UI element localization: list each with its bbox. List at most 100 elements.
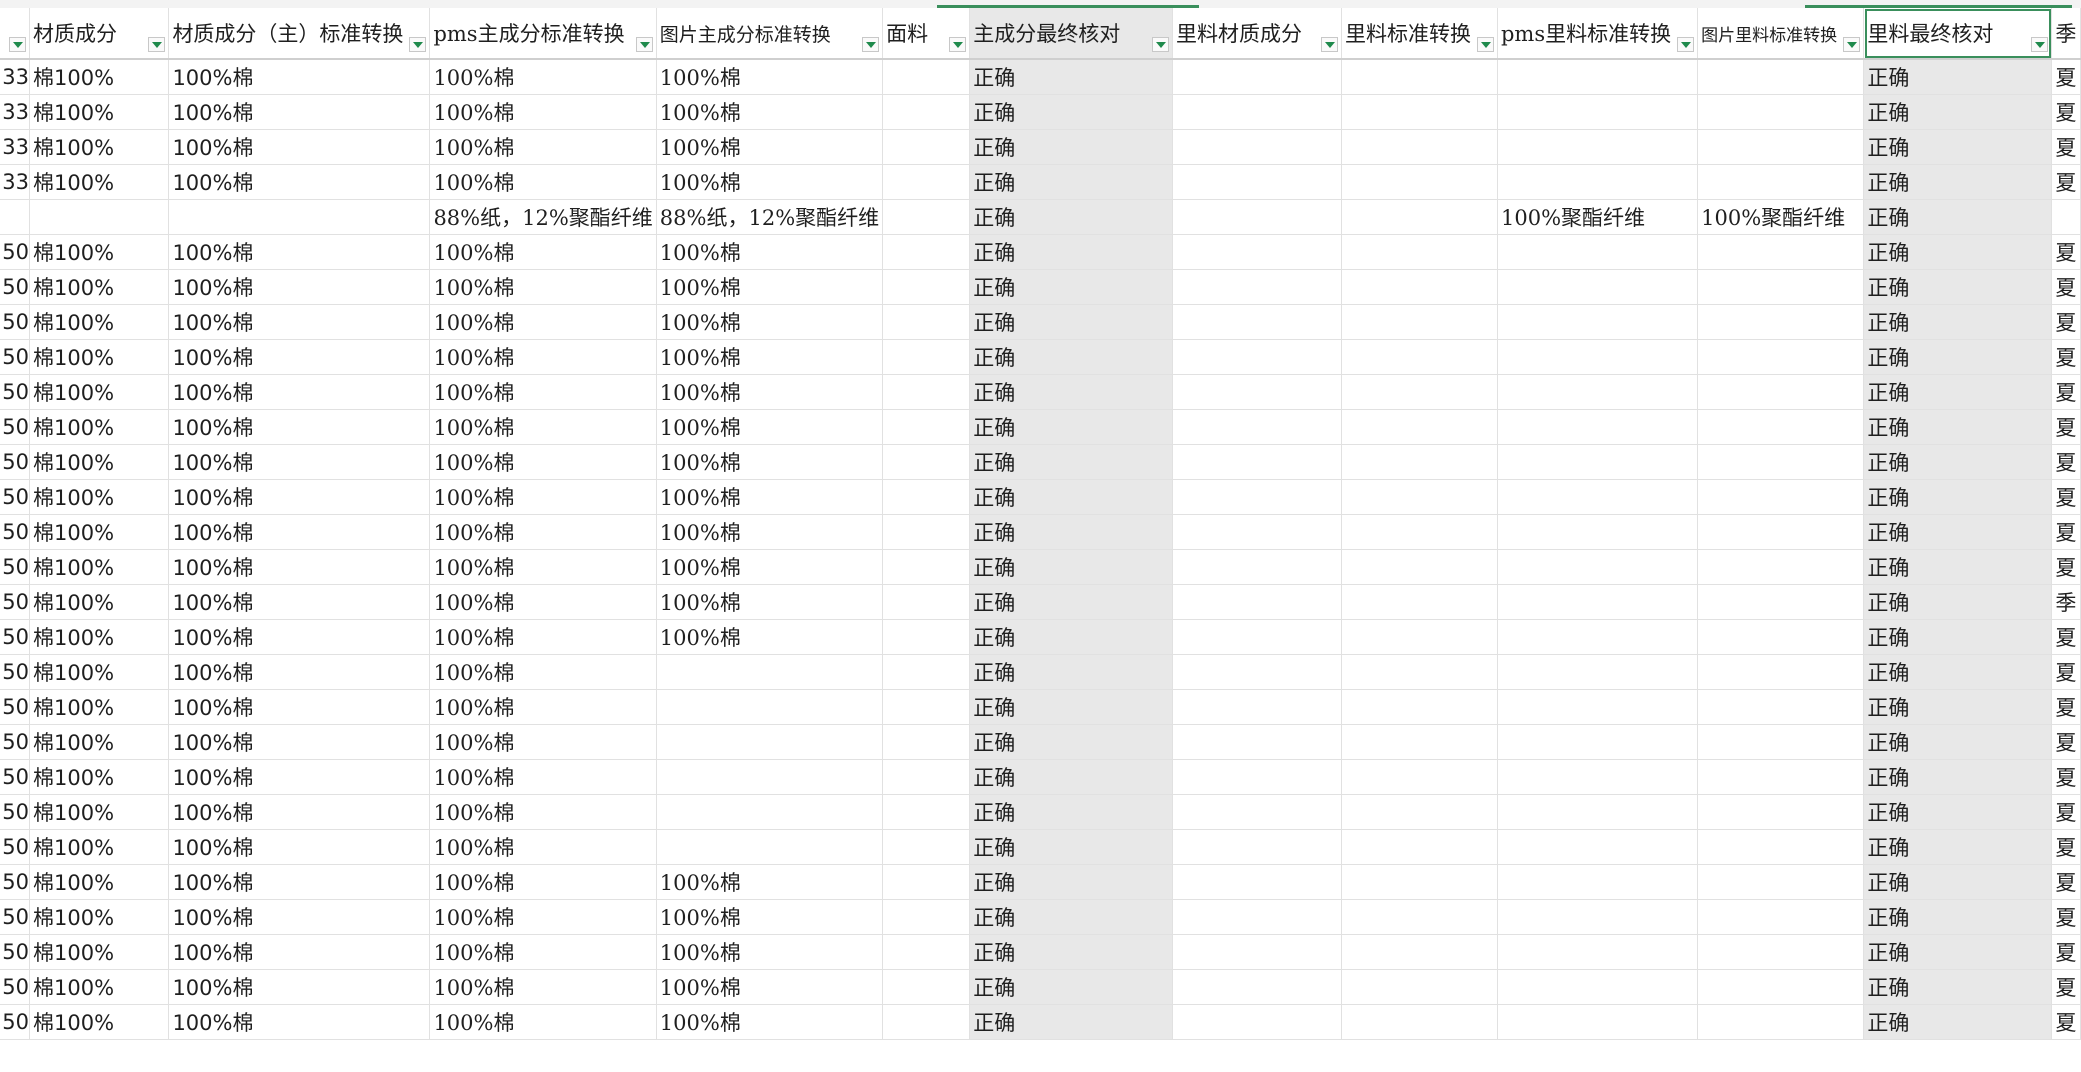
cell-image-main[interactable]: 100%棉: [656, 514, 884, 550]
cell-lining-final[interactable]: 正确: [1863, 409, 2053, 445]
cell-image-main[interactable]: 100%棉: [656, 59, 884, 95]
cell-image-main[interactable]: [656, 759, 884, 795]
cell-fabric[interactable]: [882, 899, 971, 935]
cell-lining[interactable]: [1172, 269, 1342, 305]
cell-lining[interactable]: [1172, 479, 1342, 515]
cell-image-lining[interactable]: [1697, 514, 1865, 550]
cell-material[interactable]: 棉100%: [29, 969, 170, 1005]
cell-pms-main[interactable]: 100%棉: [429, 164, 657, 200]
cell-lining-standard[interactable]: [1341, 584, 1498, 620]
cell-image-main[interactable]: 100%棉: [656, 234, 884, 270]
cell-image-lining[interactable]: [1697, 899, 1865, 935]
cell-material-standard[interactable]: 100%棉: [168, 409, 431, 445]
cell-image-lining[interactable]: [1697, 164, 1865, 200]
cell-image-lining[interactable]: [1697, 479, 1865, 515]
cell-row-id[interactable]: 50: [0, 969, 30, 1005]
cell-material[interactable]: 棉100%: [29, 759, 170, 795]
cell-main-final[interactable]: 正确: [969, 164, 1173, 200]
cell-pms-main[interactable]: 100%棉: [429, 444, 657, 480]
cell-image-main[interactable]: 100%棉: [656, 619, 884, 655]
cell-lining-final[interactable]: 正确: [1863, 689, 2053, 725]
cell-main-final[interactable]: 正确: [969, 1004, 1173, 1040]
cell-season[interactable]: 夏: [2051, 129, 2081, 165]
cell-lining[interactable]: [1172, 514, 1342, 550]
cell-material-standard[interactable]: 100%棉: [168, 59, 431, 95]
cell-image-lining[interactable]: [1697, 759, 1865, 795]
cell-season[interactable]: 夏: [2051, 1004, 2081, 1040]
column-header-material-composition[interactable]: 材质成分: [29, 8, 170, 60]
cell-fabric[interactable]: [882, 199, 971, 235]
filter-dropdown-icon[interactable]: [2031, 37, 2049, 52]
cell-image-main[interactable]: 100%棉: [656, 864, 884, 900]
cell-material-standard[interactable]: 100%棉: [168, 129, 431, 165]
column-header-main-final-check[interactable]: 主成分最终核对: [969, 8, 1173, 60]
cell-pms-main[interactable]: 100%棉: [429, 234, 657, 270]
filter-dropdown-icon[interactable]: [862, 37, 880, 52]
cell-pms-main[interactable]: 100%棉: [429, 724, 657, 760]
filter-dropdown-icon[interactable]: [9, 37, 26, 52]
cell-pms-lining[interactable]: [1497, 234, 1699, 270]
cell-lining-standard[interactable]: [1341, 514, 1498, 550]
cell-pms-main[interactable]: 100%棉: [429, 759, 657, 795]
cell-material[interactable]: 棉100%: [29, 129, 170, 165]
column-header-pms-lining-standard[interactable]: pms里料标准转换: [1497, 8, 1699, 60]
cell-main-final[interactable]: 正确: [969, 129, 1173, 165]
cell-fabric[interactable]: [882, 759, 971, 795]
cell-material[interactable]: 棉100%: [29, 269, 170, 305]
cell-lining-final[interactable]: 正确: [1863, 864, 2053, 900]
cell-material[interactable]: 棉100%: [29, 689, 170, 725]
cell-lining-standard[interactable]: [1341, 339, 1498, 375]
cell-main-final[interactable]: 正确: [969, 969, 1173, 1005]
cell-lining-standard[interactable]: [1341, 829, 1498, 865]
cell-material[interactable]: 棉100%: [29, 374, 170, 410]
cell-image-lining[interactable]: [1697, 444, 1865, 480]
cell-pms-main[interactable]: 100%棉: [429, 1004, 657, 1040]
cell-lining[interactable]: [1172, 304, 1342, 340]
cell-lining[interactable]: [1172, 829, 1342, 865]
cell-image-main[interactable]: 100%棉: [656, 409, 884, 445]
cell-row-id[interactable]: 50: [0, 864, 30, 900]
cell-pms-lining[interactable]: [1497, 409, 1699, 445]
cell-fabric[interactable]: [882, 304, 971, 340]
cell-pms-main[interactable]: 100%棉: [429, 969, 657, 1005]
cell-material[interactable]: 棉100%: [29, 1004, 170, 1040]
cell-lining-standard[interactable]: [1341, 794, 1498, 830]
cell-main-final[interactable]: 正确: [969, 759, 1173, 795]
cell-fabric[interactable]: [882, 829, 971, 865]
cell-image-main[interactable]: 100%棉: [656, 444, 884, 480]
cell-lining[interactable]: [1172, 164, 1342, 200]
filter-dropdown-icon[interactable]: [1151, 37, 1169, 52]
cell-row-id[interactable]: 50: [0, 339, 30, 375]
cell-material-standard[interactable]: 100%棉: [168, 934, 431, 970]
cell-row-id[interactable]: 33: [0, 164, 30, 200]
cell-image-main[interactable]: [656, 829, 884, 865]
cell-material-standard[interactable]: 100%棉: [168, 759, 431, 795]
filter-dropdown-icon[interactable]: [409, 37, 427, 52]
cell-image-lining[interactable]: [1697, 374, 1865, 410]
cell-material[interactable]: 棉100%: [29, 549, 170, 585]
cell-fabric[interactable]: [882, 724, 971, 760]
cell-lining-standard[interactable]: [1341, 409, 1498, 445]
cell-material-standard[interactable]: 100%棉: [168, 584, 431, 620]
cell-season[interactable]: 夏: [2051, 479, 2081, 515]
cell-pms-lining[interactable]: [1497, 1004, 1699, 1040]
cell-image-lining[interactable]: [1697, 269, 1865, 305]
filter-dropdown-icon[interactable]: [148, 37, 166, 52]
column-header-season[interactable]: 季: [2051, 8, 2081, 60]
cell-material-standard[interactable]: 100%棉: [168, 829, 431, 865]
cell-lining-final[interactable]: 正确: [1863, 269, 2053, 305]
filter-dropdown-icon[interactable]: [949, 37, 967, 52]
cell-image-main[interactable]: 100%棉: [656, 479, 884, 515]
cell-fabric[interactable]: [882, 969, 971, 1005]
cell-pms-lining[interactable]: [1497, 444, 1699, 480]
cell-material-standard[interactable]: 100%棉: [168, 234, 431, 270]
cell-pms-main[interactable]: 100%棉: [429, 129, 657, 165]
cell-row-id[interactable]: 50: [0, 934, 30, 970]
filter-dropdown-icon[interactable]: [1843, 37, 1861, 52]
cell-lining-final[interactable]: 正确: [1863, 444, 2053, 480]
cell-lining-standard[interactable]: [1341, 1004, 1498, 1040]
cell-material[interactable]: 棉100%: [29, 94, 170, 130]
cell-material[interactable]: [29, 199, 170, 235]
cell-row-id[interactable]: 50: [0, 794, 30, 830]
cell-main-final[interactable]: 正确: [969, 199, 1173, 235]
